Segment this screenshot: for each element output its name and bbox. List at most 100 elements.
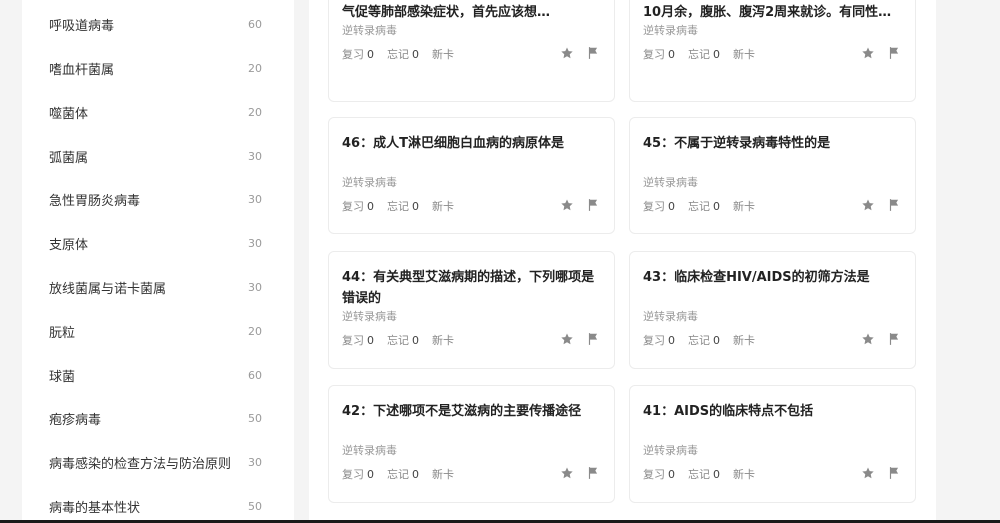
sidebar-item[interactable]: 病毒感染的检查方法与防治原则 30 — [22, 440, 294, 484]
sidebar-item-label: 病毒感染的检查方法与防治原则 — [49, 456, 232, 472]
star-icon[interactable] — [861, 332, 875, 346]
question-card[interactable]: 45：不属于逆转录病毒特性的是 逆转录病毒 复习 0 忘记 0 新卡 — [629, 117, 916, 234]
sidebar-item[interactable]: 放线菌属与诺卡菌属 30 — [22, 265, 294, 309]
flag-icon[interactable] — [586, 46, 600, 60]
card-stats: 复习 0 忘记 0 新卡 — [342, 198, 467, 214]
question-card[interactable]: 42：下述哪项不是艾滋病的主要传播途径 逆转录病毒 复习 0 忘记 0 新卡 — [328, 385, 615, 503]
sidebar-item-count: 20 — [248, 61, 262, 75]
question-category: 逆转录病毒 — [342, 310, 397, 323]
review-stat: 复习 0 — [342, 468, 374, 481]
question-card[interactable]: 43：临床检查HIV/AIDS的初筛方法是 逆转录病毒 复习 0 忘记 0 新卡 — [629, 251, 916, 369]
star-icon[interactable] — [560, 198, 574, 212]
question-category: 逆转录病毒 — [643, 24, 698, 37]
sidebar-item-label: 疱疹病毒 — [49, 412, 102, 428]
sidebar-item-count: 60 — [248, 368, 262, 382]
sidebar-item-count: 30 — [248, 192, 262, 206]
star-icon[interactable] — [560, 466, 574, 480]
card-stats: 复习 0 忘记 0 新卡 — [342, 332, 467, 348]
question-card[interactable]: 41：AIDS的临床特点不包括 逆转录病毒 复习 0 忘记 0 新卡 — [629, 385, 916, 503]
star-icon[interactable] — [861, 198, 875, 212]
question-category: 逆转录病毒 — [342, 444, 397, 457]
question-card[interactable]: 44：有关典型艾滋病期的描述，下列哪项是错误的 逆转录病毒 复习 0 忘记 0 新卡 — [328, 251, 615, 369]
question-title[interactable]: 47：患者男性，41岁。低热、消瘦、乏力10月余，腹胀、腹泻2周来就诊。有同性… — [643, 0, 901, 23]
question-title[interactable]: 43：临床检查HIV/AIDS的初筛方法是 — [643, 267, 901, 288]
star-icon[interactable] — [560, 46, 574, 60]
sidebar-item[interactable]: 嗜血杆菌属 20 — [22, 46, 294, 90]
question-title[interactable]: 45：不属于逆转录病毒特性的是 — [643, 133, 901, 154]
sidebar-item-label: 病毒的基本性状 — [49, 500, 141, 516]
new-card-label: 新卡 — [432, 334, 454, 347]
review-stat: 复习 0 — [643, 468, 675, 481]
sidebar-item-label: 放线菌属与诺卡菌属 — [49, 281, 167, 297]
sidebar-item-count: 20 — [248, 324, 262, 338]
sidebar-item-count: 50 — [248, 411, 262, 425]
sidebar-item-count: 30 — [248, 280, 262, 294]
question-category: 逆转录病毒 — [643, 176, 698, 189]
question-category: 逆转录病毒 — [342, 24, 397, 37]
sidebar-item-label: 急性胃肠炎病毒 — [49, 193, 141, 209]
new-card-label: 新卡 — [432, 200, 454, 213]
new-card-label: 新卡 — [432, 468, 454, 481]
review-stat: 复习 0 — [643, 334, 675, 347]
question-card[interactable]: 47：患者男性，41岁。低热、消瘦、乏力10月余，腹胀、腹泻2周来就诊。有同性…… — [629, 0, 916, 102]
flag-icon[interactable] — [887, 332, 901, 346]
flag-icon[interactable] — [887, 466, 901, 480]
flag-icon[interactable] — [586, 198, 600, 212]
new-card-label: 新卡 — [733, 200, 755, 213]
star-icon[interactable] — [861, 466, 875, 480]
review-stat: 复习 0 — [342, 334, 374, 347]
sidebar-item-count: 30 — [248, 149, 262, 163]
sidebar-item[interactable]: 呼吸道病毒 60 — [22, 2, 294, 46]
sidebar-item[interactable]: 疱疹病毒 50 — [22, 396, 294, 440]
forget-stat: 忘记 0 — [688, 468, 720, 481]
review-stat: 复习 0 — [643, 200, 675, 213]
forget-stat: 忘记 0 — [688, 200, 720, 213]
question-card[interactable]: 48：艾滋病患者，出现发热，咳嗽，胸闷、气促等肺部感染症状，首先应该想… 逆转录… — [328, 0, 615, 102]
question-card[interactable]: 46：成人T淋巴细胞白血病的病原体是 逆转录病毒 复习 0 忘记 0 新卡 — [328, 117, 615, 234]
sidebar-item-label: 嗜血杆菌属 — [49, 62, 115, 78]
flag-icon[interactable] — [586, 466, 600, 480]
sidebar-item[interactable]: 支原体 30 — [22, 221, 294, 265]
forget-stat: 忘记 0 — [387, 334, 419, 347]
question-title[interactable]: 42：下述哪项不是艾滋病的主要传播途径 — [342, 401, 600, 422]
card-stats: 复习 0 忘记 0 新卡 — [643, 46, 768, 62]
question-title[interactable]: 41：AIDS的临床特点不包括 — [643, 401, 901, 422]
star-icon[interactable] — [560, 332, 574, 346]
sidebar-item[interactable]: 弧菌属 30 — [22, 134, 294, 178]
question-category: 逆转录病毒 — [342, 176, 397, 189]
forget-stat: 忘记 0 — [387, 200, 419, 213]
question-title[interactable]: 44：有关典型艾滋病期的描述，下列哪项是错误的 — [342, 267, 600, 309]
card-stats: 复习 0 忘记 0 新卡 — [643, 332, 768, 348]
question-category: 逆转录病毒 — [643, 444, 698, 457]
question-category: 逆转录病毒 — [643, 310, 698, 323]
sidebar-item-label: 弧菌属 — [49, 150, 89, 166]
review-stat: 复习 0 — [643, 48, 675, 61]
card-stats: 复习 0 忘记 0 新卡 — [643, 466, 768, 482]
sidebar-item[interactable]: 球菌 60 — [22, 353, 294, 397]
card-stats: 复习 0 忘记 0 新卡 — [342, 466, 467, 482]
sidebar-item-count: 20 — [248, 105, 262, 119]
sidebar-item[interactable]: 朊粒 20 — [22, 309, 294, 353]
sidebar-item-count: 50 — [248, 499, 262, 513]
flag-icon[interactable] — [887, 46, 901, 60]
flag-icon[interactable] — [586, 332, 600, 346]
forget-stat: 忘记 0 — [387, 468, 419, 481]
question-title[interactable]: 48：艾滋病患者，出现发热，咳嗽，胸闷、气促等肺部感染症状，首先应该想… — [342, 0, 600, 23]
review-stat: 复习 0 — [342, 48, 374, 61]
new-card-label: 新卡 — [432, 48, 454, 61]
card-stats: 复习 0 忘记 0 新卡 — [342, 46, 467, 62]
sidebar-item[interactable]: 噬菌体 20 — [22, 90, 294, 134]
forget-stat: 忘记 0 — [688, 334, 720, 347]
card-stats: 复习 0 忘记 0 新卡 — [643, 198, 768, 214]
question-title[interactable]: 46：成人T淋巴细胞白血病的病原体是 — [342, 133, 600, 154]
star-icon[interactable] — [861, 46, 875, 60]
sidebar-item-count: 60 — [248, 17, 262, 31]
sidebar-item-label: 球菌 — [49, 369, 76, 385]
sidebar-item[interactable]: 病毒的基本性状 50 — [22, 484, 294, 523]
flag-icon[interactable] — [887, 198, 901, 212]
sidebar-item-count: 30 — [248, 455, 262, 469]
sidebar-item-count: 30 — [248, 236, 262, 250]
sidebar-item[interactable]: 急性胃肠炎病毒 30 — [22, 177, 294, 221]
forget-stat: 忘记 0 — [688, 48, 720, 61]
sidebar-item-label: 呼吸道病毒 — [49, 18, 115, 34]
